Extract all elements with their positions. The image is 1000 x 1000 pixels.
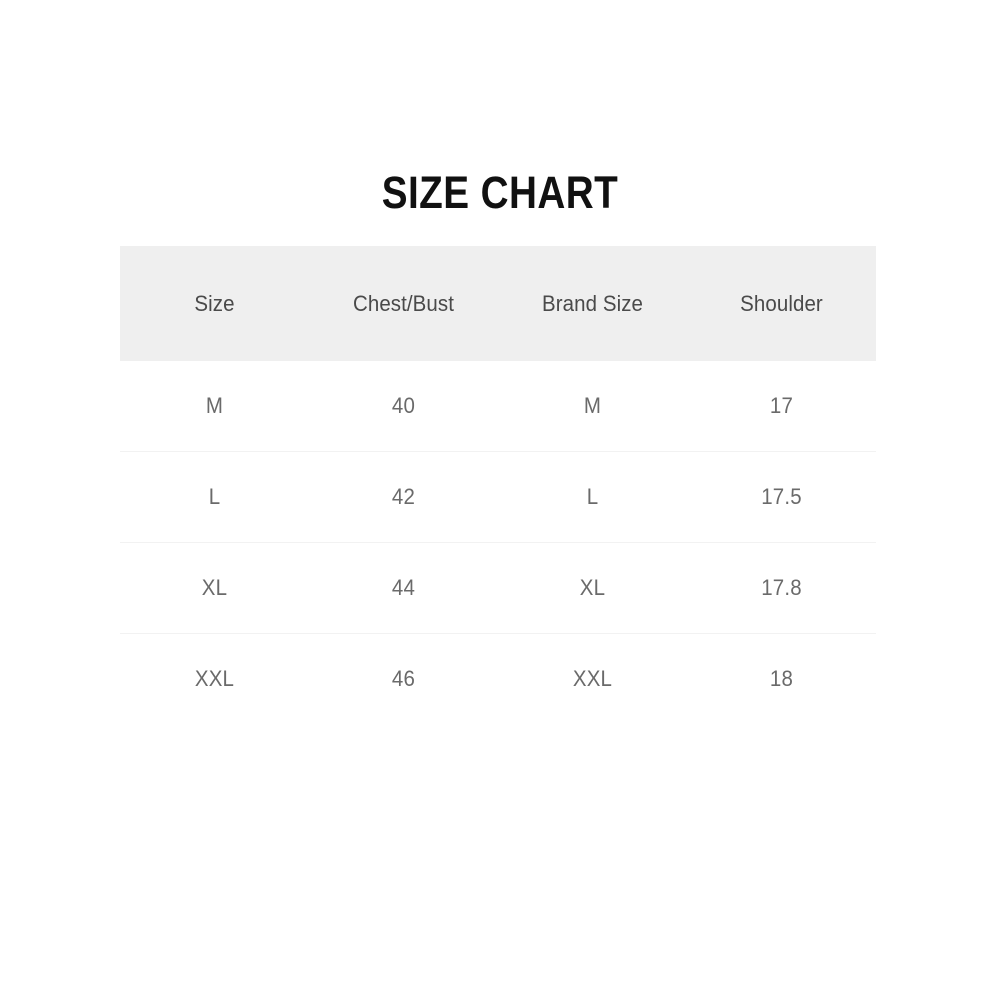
table-row: XL 44 XL 17.8 <box>120 542 876 634</box>
cell-size: XL <box>126 542 303 634</box>
cell-chest-bust: 46 <box>315 633 492 724</box>
cell-shoulder: 17.8 <box>693 542 870 634</box>
cell-brand-size: L <box>504 451 681 543</box>
table-row: M 40 M 17 <box>120 361 876 452</box>
cell-brand-size: XXL <box>504 633 681 724</box>
cell-chest-bust: 40 <box>315 361 492 452</box>
column-header-brand-size: Brand Size <box>541 290 644 316</box>
cell-size: L <box>126 451 303 543</box>
table-body: M 40 M 17 L 42 L 17.5 XL 44 XL 17.8 XXL … <box>120 361 876 724</box>
cell-chest-bust: 44 <box>315 542 492 634</box>
cell-size: M <box>126 361 303 452</box>
cell-chest-bust: 42 <box>315 451 492 543</box>
table-row: XXL 46 XXL 18 <box>120 633 876 724</box>
cell-shoulder: 17 <box>693 361 870 452</box>
cell-shoulder: 18 <box>693 633 870 724</box>
column-header-size: Size <box>194 290 235 316</box>
cell-size: XXL <box>126 633 303 724</box>
cell-shoulder: 17.5 <box>693 451 870 543</box>
column-header-shoulder: Shoulder <box>740 290 823 316</box>
cell-brand-size: M <box>504 361 681 452</box>
page-title: SIZE CHART <box>381 167 619 218</box>
table-header-row: Size Chest/Bust Brand Size Shoulder <box>120 246 876 361</box>
size-chart-table: Size Chest/Bust Brand Size Shoulder M 40… <box>120 246 876 724</box>
column-header-chest-bust: Chest/Bust <box>352 290 454 316</box>
table-header: Size Chest/Bust Brand Size Shoulder <box>120 246 876 361</box>
size-chart-page: SIZE CHART Size Chest/Bust Brand Size Sh… <box>0 0 1000 1000</box>
table-row: L 42 L 17.5 <box>120 451 876 543</box>
cell-brand-size: XL <box>504 542 681 634</box>
